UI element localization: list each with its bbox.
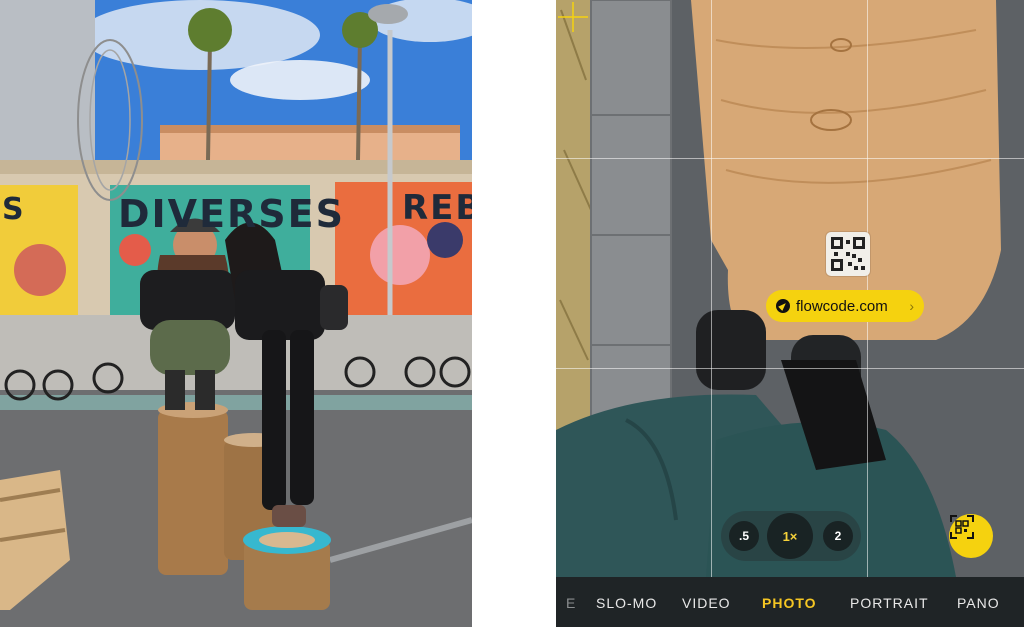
mural-text-diverses: DIVERSES xyxy=(118,192,346,236)
camera-app: flowcode.com › .5 1× 2 E SLO-MO VIDEO PH… xyxy=(556,0,1024,627)
chevron-right-icon: › xyxy=(909,298,914,314)
compass-icon xyxy=(776,299,790,313)
qr-link-button[interactable]: flowcode.com › xyxy=(766,290,924,322)
mode-portrait[interactable]: PORTRAIT xyxy=(850,595,929,611)
zoom-2-button[interactable]: 2 xyxy=(823,521,853,551)
camera-viewfinder[interactable]: flowcode.com › .5 1× 2 xyxy=(556,0,1024,577)
mode-video[interactable]: VIDEO xyxy=(682,595,731,611)
grid-line-horizontal-2 xyxy=(556,368,1024,369)
qr-scan-button[interactable] xyxy=(949,514,993,558)
zoom-selector: .5 1× 2 xyxy=(721,511,861,561)
mural-text-edge: S xyxy=(2,192,26,227)
qr-code-icon xyxy=(831,237,865,271)
mode-partial[interactable]: E xyxy=(566,595,576,611)
zoom-0-5-button[interactable]: .5 xyxy=(729,521,759,551)
mode-slo-mo[interactable]: SLO-MO xyxy=(596,595,657,611)
detected-qr-code[interactable] xyxy=(826,232,870,276)
street-photo-scene xyxy=(0,0,472,627)
qr-link-url: flowcode.com xyxy=(796,297,888,315)
mode-photo[interactable]: PHOTO xyxy=(762,595,817,611)
grid-line-horizontal-1 xyxy=(556,158,1024,159)
grid-line-vertical-1 xyxy=(711,0,712,577)
focus-crosshair-icon xyxy=(558,2,588,32)
mode-pano[interactable]: PANO xyxy=(957,595,1000,611)
grid-line-vertical-2 xyxy=(867,0,868,577)
camera-mode-bar: E SLO-MO VIDEO PHOTO PORTRAIT PANO xyxy=(556,577,1024,627)
mural-text-rebel: REBEL xyxy=(402,188,472,228)
viewfinder-scene xyxy=(556,0,1024,577)
qr-scan-icon xyxy=(950,515,974,539)
street-photo: DIVERSES REBEL S xyxy=(0,0,472,627)
zoom-1x-button[interactable]: 1× xyxy=(767,513,813,559)
